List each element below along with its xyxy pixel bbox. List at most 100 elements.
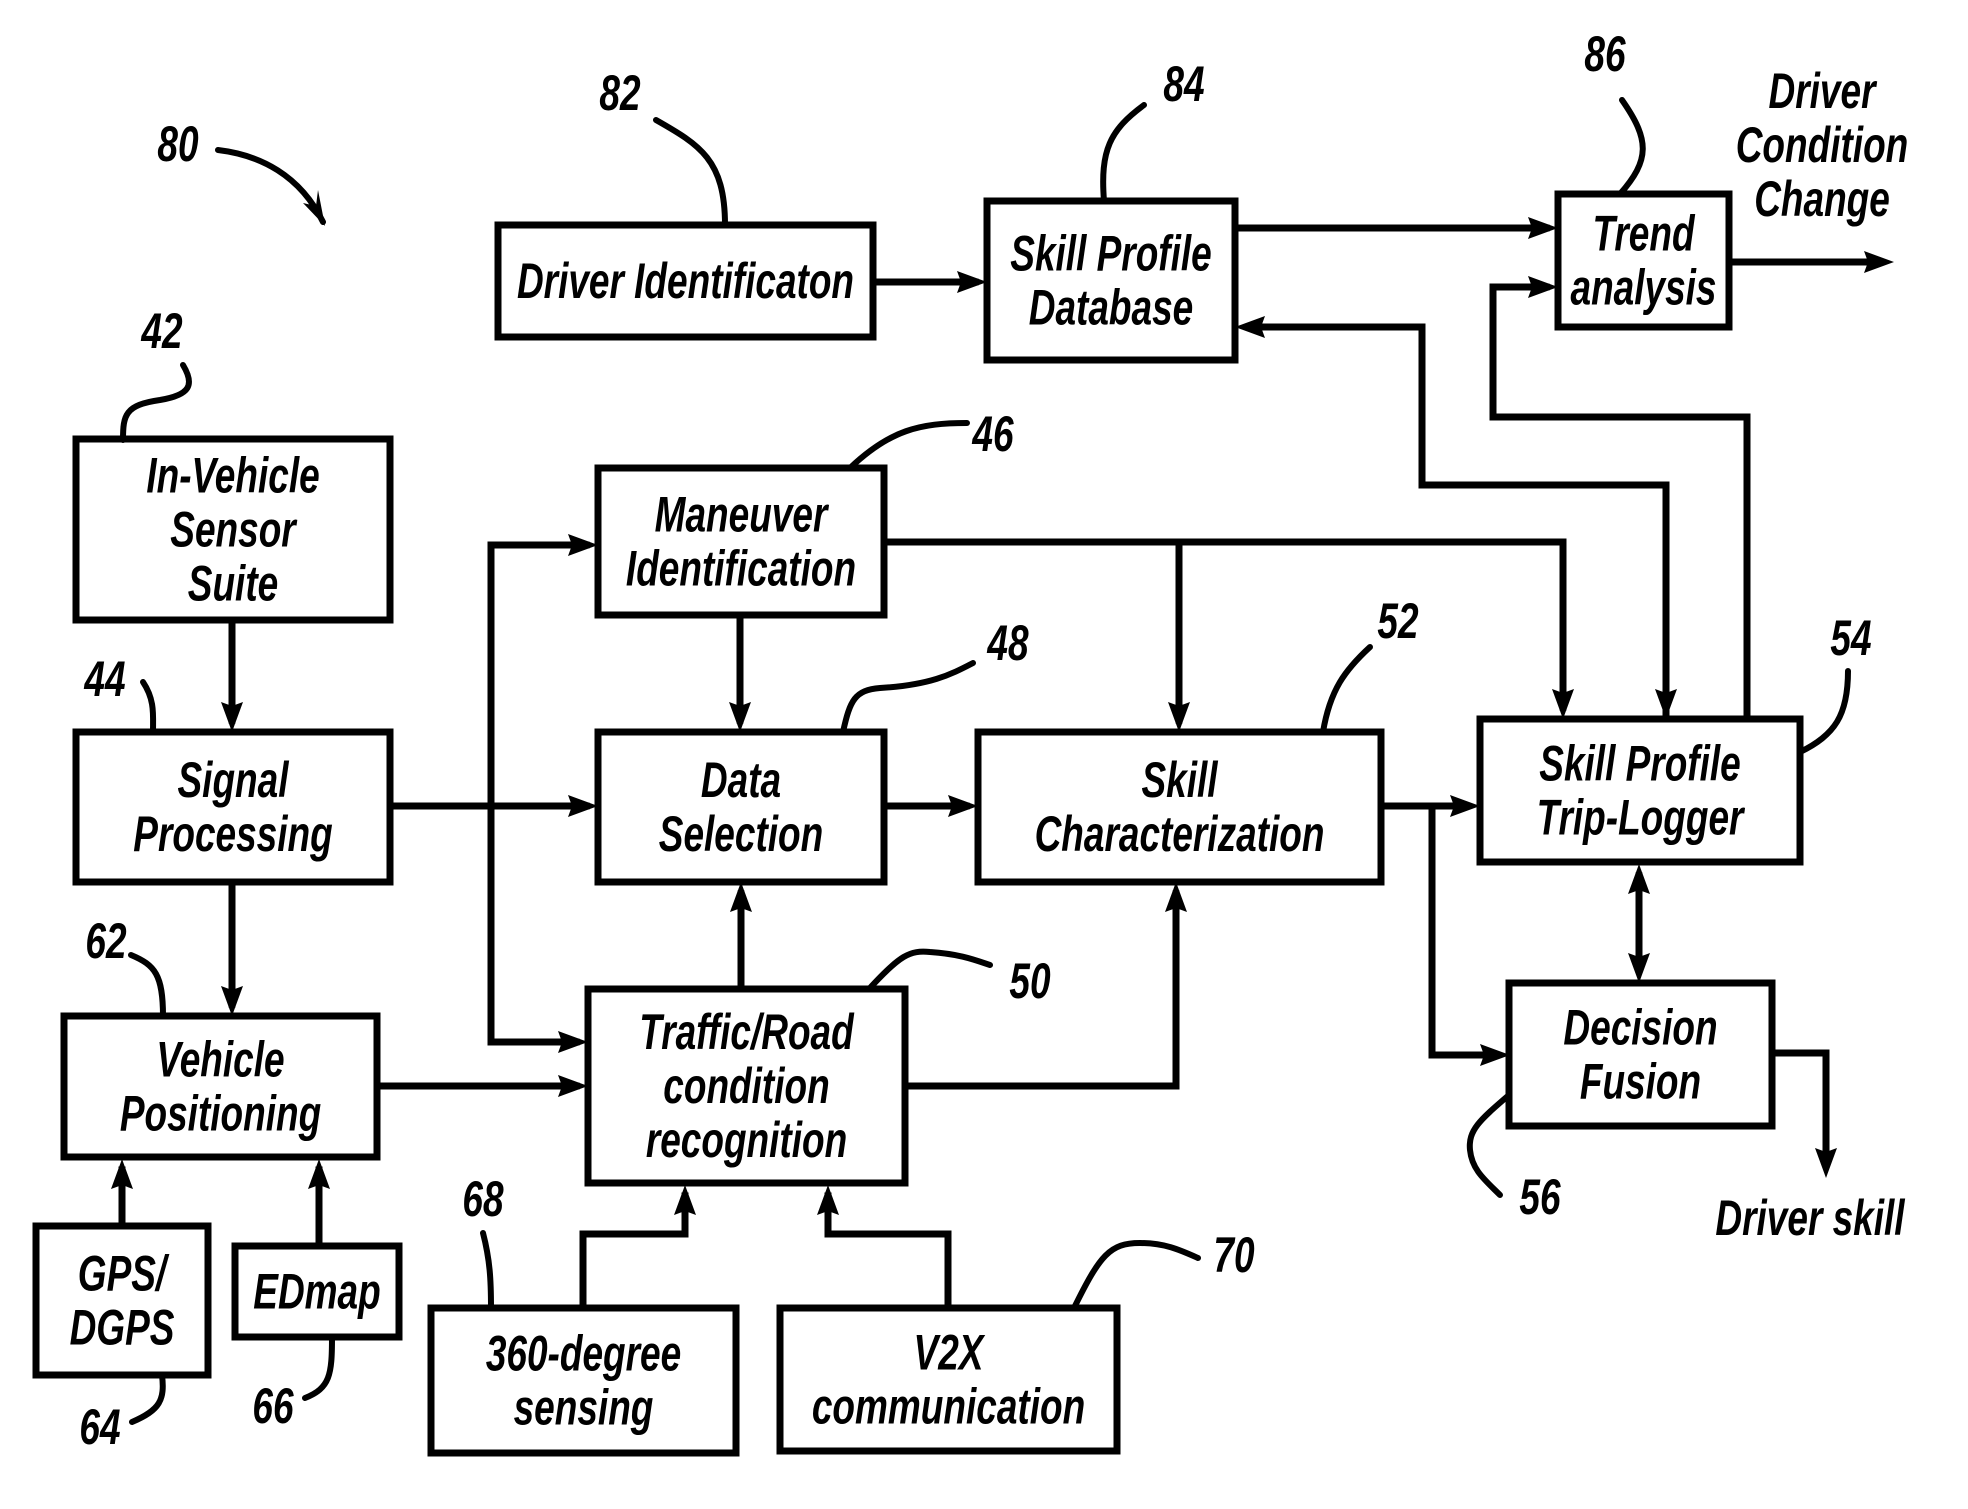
arrowhead-vehicle-positioning-edmap [308, 1159, 330, 1189]
ref-360-sensing: 68 [462, 1172, 504, 1228]
ref-data-selection: 48 [987, 616, 1029, 672]
block-skill-characterization-label-line-2: Characterization [1035, 807, 1325, 863]
block-vehicle-positioning[interactable]: VehiclePositioning [60, 1012, 381, 1161]
block-signal-processing[interactable]: SignalProcessing [72, 728, 394, 886]
output-driver-condition-change-line-line-2: Condition [1736, 118, 1909, 174]
block-data-selection[interactable]: DataSelection [594, 728, 888, 886]
connector-triplogger-to-database [1244, 323, 1670, 723]
output-driver-skill: Driver skill [1715, 1191, 1905, 1247]
arrowhead-data-selection-bottom [730, 882, 752, 912]
ref-signal-processing: 44 [84, 652, 126, 708]
block-edmap-label-line-1: EDmap [253, 1264, 380, 1320]
block-v2x-communication[interactable]: V2Xcommunication [776, 1304, 1121, 1455]
block-edmap[interactable]: EDmap [231, 1242, 403, 1341]
arrowhead-vehicle-positioning-gps [111, 1159, 133, 1189]
block-gps-dgps-label-line-1: GPS/ [78, 1246, 170, 1302]
block-trend-analysis-label-line-1: Trend [1592, 206, 1695, 262]
block-decision-fusion-label-line-1: Decision [1563, 1000, 1717, 1056]
leader-84 [1100, 102, 1147, 204]
block-traffic-road-recognition-label-line-1: Traffic/Road [639, 1005, 854, 1061]
block-in-vehicle-sensor-suite[interactable]: In-VehicleSensorSuite [72, 435, 394, 624]
leader-50 [866, 948, 993, 992]
block-traffic-road-recognition[interactable]: Traffic/Roadconditionrecognition [584, 985, 909, 1187]
block-skill-profile-trip-logger-label-line-1: Skill Profile [1539, 736, 1740, 792]
block-vehicle-positioning-label-line-1: Vehicle [156, 1032, 284, 1088]
arrowhead-into-triplogger-left [1450, 795, 1480, 817]
connector-decision-fusion-to-output [1768, 1049, 1830, 1169]
leader-62 [128, 952, 166, 1019]
arrowhead-into-traffic-lower [558, 1075, 588, 1097]
ref-vehicle-positioning: 62 [85, 914, 126, 970]
arrowhead-into-trend-bottom [1528, 276, 1558, 298]
block-maneuver-identification-label-line-1: Maneuver [655, 487, 830, 543]
block-skill-characterization-label-line-1: Skill [1141, 753, 1218, 809]
block-v2x-communication-label-line-2: communication [812, 1379, 1085, 1435]
ref-maneuver-identification: 46 [972, 407, 1014, 463]
connector-360-to-traffic [579, 1192, 689, 1312]
leader-64 [129, 1372, 166, 1425]
block-trend-analysis[interactable]: Trendanalysis [1554, 190, 1733, 331]
leader-44 [140, 679, 157, 735]
block-driver-identification-label-line-1: Driver Identificaton [517, 254, 854, 310]
arrowhead-into-trend-top [1528, 217, 1558, 239]
leader-80-arrow [215, 147, 326, 225]
block-skill-characterization[interactable]: SkillCharacterization [974, 728, 1385, 886]
block-signal-processing-label-line-2: Processing [133, 807, 333, 863]
leader-52 [1320, 644, 1373, 735]
arrowhead-into-database [957, 271, 987, 293]
arrowhead-driver-skill [1815, 1148, 1837, 1178]
block-skill-profile-trip-logger[interactable]: Skill ProfileTrip-Logger [1476, 715, 1804, 866]
block-data-selection-label-line-2: Selection [659, 807, 823, 863]
ref-skill-profile-trip-logger: 54 [1830, 611, 1871, 667]
block-sensing-360[interactable]: 360-degreesensing [427, 1304, 740, 1457]
output-driver-skill-line-line-1: Driver skill [1715, 1191, 1905, 1247]
arrowhead-driver-condition-change [1864, 251, 1894, 273]
connector-v2x-to-traffic [824, 1192, 952, 1312]
leader-66 [302, 1334, 335, 1401]
blocks: In-VehicleSensorSuite SignalProcessing Man… [32, 190, 1804, 1457]
ref-in-vehicle-sensor-suite: 42 [141, 304, 183, 360]
arrowhead-into-triplogger-top-2 [1655, 689, 1677, 719]
arrowhead-into-triplogger-top-1 [1552, 689, 1574, 719]
leader-68 [480, 1230, 494, 1311]
block-driver-identification[interactable]: Driver Identificaton [494, 221, 877, 341]
output-driver-condition-change-line-line-1: Driver [1769, 64, 1878, 120]
leader-82 [653, 117, 728, 228]
block-sensing-360-label-line-1: 360-degree [486, 1326, 681, 1382]
block-skill-profile-trip-logger-label-line-2: Trip-Logger [1537, 790, 1746, 846]
arrowhead-into-data-selection-left [568, 795, 598, 817]
ref-v2x-communication: 70 [1213, 1228, 1255, 1284]
block-trend-analysis-label-line-2: analysis [1570, 260, 1716, 316]
ref-edmap: 66 [252, 1379, 294, 1435]
block-signal-processing-label-line-1: Signal [178, 753, 290, 809]
block-skill-profile-database[interactable]: Skill ProfileDatabase [983, 197, 1239, 364]
output-driver-condition-change-line-line-3: Change [1754, 172, 1890, 228]
ref-trend-analysis: 86 [1584, 27, 1626, 83]
block-gps-dgps[interactable]: GPS/DGPS [32, 1222, 212, 1379]
block-in-vehicle-sensor-suite-label-line-3: Suite [188, 556, 278, 612]
leader-46 [847, 420, 970, 471]
connector-maneuver-bus [880, 538, 1567, 711]
ref-figure: 80 [157, 117, 199, 173]
block-in-vehicle-sensor-suite-label-line-1: In-Vehicle [146, 448, 319, 504]
connector-triplogger-to-trend [1489, 283, 1751, 723]
block-maneuver-identification[interactable]: ManeuverIdentification [594, 464, 888, 619]
block-skill-profile-database-label-line-1: Skill Profile [1010, 226, 1211, 282]
connector-left-bus [487, 541, 590, 1046]
block-v2x-communication-label-line-1: V2X [914, 1325, 986, 1381]
leader-86 [1617, 97, 1646, 197]
arrowhead-into-database-feedback [1235, 316, 1265, 338]
leader-70 [1071, 1239, 1201, 1311]
arrowhead-skill-char-bottom [1165, 882, 1187, 912]
block-data-selection-label-line-1: Data [701, 753, 781, 809]
block-skill-profile-database-label-line-2: Database [1029, 280, 1193, 336]
ref-skill-characterization: 52 [1377, 594, 1418, 650]
leader-54 [1797, 668, 1851, 755]
ref-driver-identification: 82 [599, 66, 640, 122]
block-decision-fusion[interactable]: DecisionFusion [1505, 979, 1776, 1130]
arrowhead-into-data-selection-top [729, 702, 751, 732]
arrowhead-into-traffic-upper [558, 1031, 588, 1053]
arrowhead-traffic-360 [674, 1185, 696, 1215]
block-maneuver-identification-label-line-2: Identification [626, 541, 856, 597]
arrowhead-into-maneuver [568, 534, 598, 556]
